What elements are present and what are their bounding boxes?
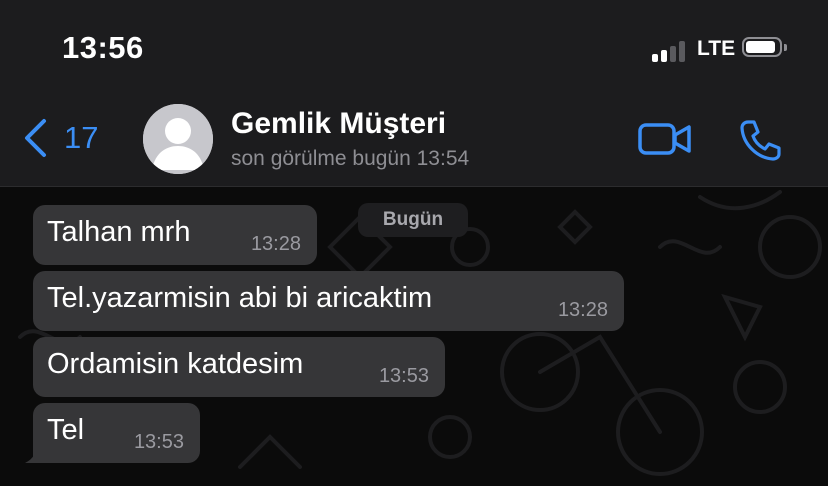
chevron-left-icon bbox=[25, 119, 46, 157]
back-button[interactable]: 17 bbox=[22, 118, 98, 158]
battery-icon bbox=[742, 37, 788, 59]
message-bubble[interactable]: Tel 13:53 bbox=[33, 403, 200, 463]
phone-call-button[interactable] bbox=[738, 118, 782, 162]
signal-strength-icon bbox=[652, 40, 690, 62]
message-time: 13:53 bbox=[378, 365, 429, 387]
message-time: 13:28 bbox=[250, 233, 301, 255]
unread-count: 17 bbox=[64, 120, 99, 155]
message-time: 13:53 bbox=[133, 431, 184, 453]
message-text: Tel bbox=[47, 414, 85, 446]
video-call-button[interactable] bbox=[638, 120, 692, 158]
contact-name[interactable]: Gemlik Müşteri bbox=[231, 107, 446, 141]
default-avatar-icon bbox=[143, 104, 213, 174]
date-separator: Bugün bbox=[358, 203, 468, 237]
message-time: 13:28 bbox=[557, 299, 608, 321]
message-text: Talhan mrh bbox=[47, 216, 191, 248]
bubble-tail bbox=[25, 443, 45, 463]
message-text: Ordamisin katdesim bbox=[47, 348, 304, 380]
last-seen-status: son görülme bugün 13:54 bbox=[231, 147, 470, 170]
message-text: Tel.yazarmisin abi bi aricaktim bbox=[47, 282, 433, 314]
chat-header: 13:56 LTE 17 Gemlik Müşteri son görülme … bbox=[0, 0, 828, 187]
avatar[interactable] bbox=[143, 104, 213, 174]
message-bubble[interactable]: Tel.yazarmisin abi bi aricaktim 13:28 bbox=[33, 271, 624, 331]
message-bubble[interactable]: Ordamisin katdesim 13:53 bbox=[33, 337, 445, 397]
message-list[interactable]: Bugün Talhan mrh 13:28 Tel.yazarmisin ab… bbox=[0, 187, 828, 486]
status-time: 13:56 bbox=[62, 30, 144, 65]
network-type: LTE bbox=[697, 37, 736, 60]
message-bubble[interactable]: Talhan mrh 13:28 bbox=[33, 205, 317, 265]
